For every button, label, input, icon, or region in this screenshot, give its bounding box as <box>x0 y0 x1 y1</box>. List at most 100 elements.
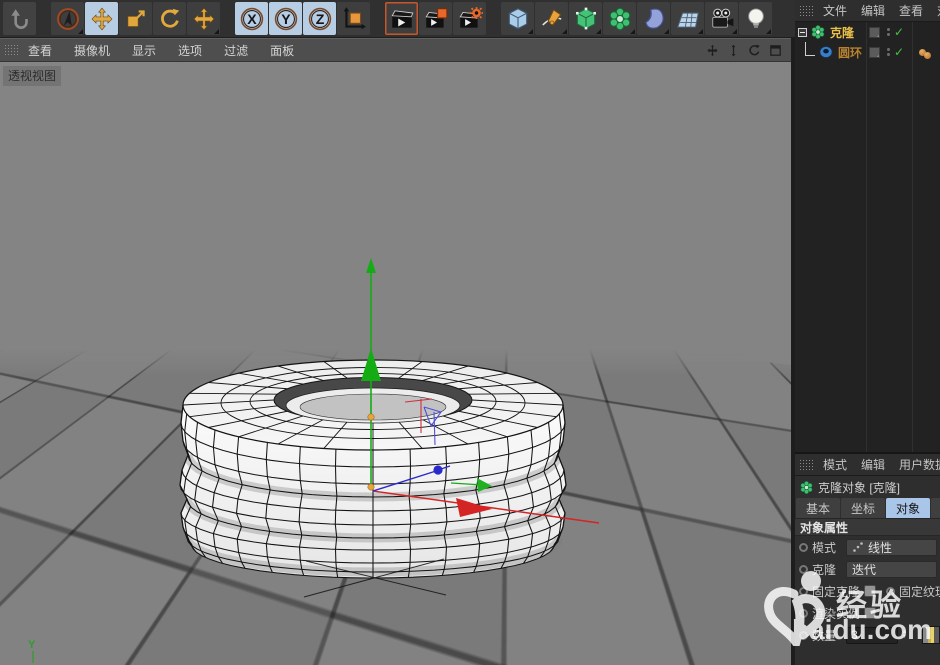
fix-row: 固定克隆 固定纹理 <box>795 580 940 602</box>
drag-handle-icon[interactable] <box>4 44 18 56</box>
viewport-menu-2[interactable]: 显示 <box>132 42 156 59</box>
clones-row: 克隆 迭代 <box>795 558 940 580</box>
attribute-manager: 模式编辑用户数据 克隆对象 [克隆] 基本坐标对象变换 对象属性 模式 线性 克… <box>795 452 940 665</box>
y-axis-tip <box>366 258 376 273</box>
torus-clone-stack[interactable] <box>180 360 566 597</box>
add-spline-menu-button[interactable] <box>535 2 568 35</box>
undo-disabled-button <box>3 2 36 35</box>
object-name: 克隆 <box>830 24 854 41</box>
viewport-menu-4[interactable]: 过滤 <box>224 42 248 59</box>
render-settings-button-button[interactable] <box>453 2 486 35</box>
mode-label: 模式 <box>812 539 846 556</box>
clones-dropdown[interactable]: 迭代 <box>846 561 937 578</box>
viewport-menubar: 查看 摄像机 显示 选项 过滤 面板 <box>0 38 791 62</box>
live-selection-tool-button[interactable] <box>51 2 84 35</box>
x-axis-lock-button[interactable]: X <box>235 2 268 35</box>
attribute-manager-menu-2[interactable]: 用户数据 <box>899 456 940 473</box>
count-input[interactable]: 3 <box>846 627 898 644</box>
scale-handle <box>368 484 374 490</box>
clones-label: 克隆 <box>812 561 846 578</box>
count-row: 数量 3 ▲▼ <box>795 624 940 646</box>
add-cube-menu-button[interactable] <box>501 2 534 35</box>
keyframe-circle-icon[interactable] <box>799 565 808 574</box>
layer-icon[interactable] <box>869 47 880 58</box>
keyframe-circle-icon[interactable] <box>886 587 895 596</box>
object-manager-menu-1[interactable]: 编辑 <box>861 2 885 19</box>
linear-mode-icon <box>852 541 864 553</box>
keyframe-circle-icon[interactable] <box>799 543 808 552</box>
object-tag-dots[interactable] <box>919 46 931 59</box>
object-name: 圆环 <box>838 44 862 61</box>
object-manager-menu-0[interactable]: 文件 <box>823 2 847 19</box>
viewport-menu-5[interactable]: 面板 <box>270 42 294 59</box>
viewport-menu-0[interactable]: 查看 <box>28 42 52 59</box>
fix-texture-label: 固定纹理 <box>899 583 940 600</box>
last-used-tool-move-button[interactable] <box>187 2 220 35</box>
drag-handle-icon[interactable] <box>799 5 813 17</box>
add-mograph-cloner-menu-button[interactable] <box>603 2 636 35</box>
object-manager-menu-2[interactable]: 查看 <box>899 2 923 19</box>
expand-toggle[interactable] <box>798 28 807 37</box>
drag-handle-icon[interactable] <box>799 459 813 471</box>
add-deformer-menu-button[interactable] <box>637 2 670 35</box>
viewport-menu-1[interactable]: 摄像机 <box>74 42 110 59</box>
add-light-menu-button[interactable] <box>739 2 772 35</box>
tree-branch <box>805 42 815 56</box>
visibility-dots[interactable] <box>887 28 890 36</box>
tab-2[interactable]: 对象 <box>886 498 930 518</box>
cinema4d-window: XYZ 查看摄像机显示选项过滤面板 Y 透视视图 文件编辑查看对象 克隆✓圆环✓… <box>0 0 940 665</box>
viewport-nav-icons <box>705 43 791 58</box>
object-row-cloner[interactable]: 克隆 ✓ <box>795 22 940 42</box>
enabled-check-icon[interactable]: ✓ <box>894 25 904 39</box>
scale-tool-button[interactable] <box>119 2 152 35</box>
visibility-dots[interactable] <box>887 48 890 56</box>
tab-1[interactable]: 坐标 <box>841 498 885 518</box>
cloner-icon <box>799 480 814 495</box>
scene-3d[interactable]: Y <box>0 62 791 665</box>
world-axis-indicator: Y <box>28 639 36 663</box>
render-instance-checkbox[interactable] <box>864 607 876 619</box>
scale-handle <box>368 414 374 420</box>
mode-dropdown[interactable]: 线性 <box>846 539 937 556</box>
fix-clone-checkbox[interactable] <box>864 585 876 597</box>
cloner-icon <box>810 24 826 40</box>
clipped-widget <box>922 626 940 644</box>
count-stepper[interactable]: ▲▼ <box>900 627 909 644</box>
render-picture-viewer-button-button[interactable] <box>419 2 452 35</box>
layer-icon[interactable] <box>869 27 880 38</box>
attribute-tabs: 基本坐标对象变换 <box>795 498 940 518</box>
add-camera-menu-button[interactable] <box>705 2 738 35</box>
mode-row: 模式 线性 <box>795 536 940 558</box>
attribute-manager-menu-1[interactable]: 编辑 <box>861 456 885 473</box>
viewport-maximize-icon[interactable] <box>768 43 783 58</box>
object-row-torus[interactable]: 圆环 ✓ <box>795 42 940 62</box>
svg-text:Y: Y <box>28 639 36 651</box>
viewport-canvas[interactable]: Y 透视视图 <box>0 62 791 665</box>
z-axis-lock-button[interactable]: Z <box>303 2 336 35</box>
render-view-button-button[interactable] <box>385 2 418 35</box>
count-label: 数量 <box>812 627 846 644</box>
y-axis-lock-button[interactable]: Y <box>269 2 302 35</box>
viewport-menu-3[interactable]: 选项 <box>178 42 202 59</box>
tab-3[interactable]: 变换 <box>931 498 940 518</box>
object-tree: 克隆 ✓ 圆环 ✓ <box>795 22 940 452</box>
add-subdivision-menu-button[interactable] <box>569 2 602 35</box>
keyframe-circle-icon[interactable] <box>799 631 808 640</box>
tab-0[interactable]: 基本 <box>796 498 840 518</box>
keyframe-circle-icon[interactable] <box>799 609 808 618</box>
fix-clone-label: 固定克隆 <box>812 583 860 600</box>
viewport-orbit-icon[interactable] <box>747 43 762 58</box>
add-environment-menu-button[interactable] <box>671 2 704 35</box>
enabled-check-icon[interactable]: ✓ <box>894 45 904 59</box>
svg-text:Y: Y <box>281 10 291 26</box>
move-tool-button[interactable] <box>85 2 118 35</box>
rotate-tool-button[interactable] <box>153 2 186 35</box>
viewport-pan-icon[interactable] <box>705 43 720 58</box>
object-properties-header: 对象属性 <box>795 518 940 536</box>
object-manager: 文件编辑查看对象 克隆✓圆环✓ <box>795 0 940 452</box>
coordinate-system-toggle-button[interactable] <box>337 2 370 35</box>
attribute-manager-menu-0[interactable]: 模式 <box>823 456 847 473</box>
keyframe-circle-icon[interactable] <box>799 587 808 596</box>
viewport-zoomv-icon[interactable] <box>726 43 741 58</box>
attribute-title-row: 克隆对象 [克隆] <box>795 476 940 498</box>
